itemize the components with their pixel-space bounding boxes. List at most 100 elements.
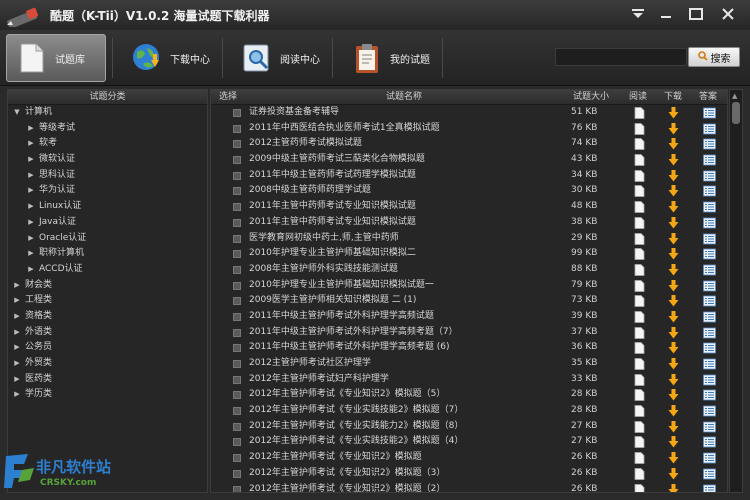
expand-right-icon[interactable]: ▶	[12, 325, 22, 341]
question-name[interactable]: 2012年主管护师考试《专业知识2》模拟题（3）	[249, 466, 559, 482]
tab-reading-center[interactable]: 阅读中心	[232, 34, 332, 82]
expand-right-icon[interactable]: ▶	[12, 372, 22, 388]
table-row[interactable]: 2011年主管中药师考试专业知识模拟试题 48 KB	[211, 199, 727, 215]
expand-right-icon[interactable]: ▶	[12, 340, 22, 356]
table-row[interactable]: 2012年主管护师考试《专业知识2》模拟题（5） 28 KB	[211, 387, 727, 403]
question-name[interactable]: 2011年主管中药师考试专业知识模拟试题	[249, 215, 559, 231]
expand-right-icon[interactable]: ▶	[12, 356, 22, 372]
minimize-icon[interactable]	[654, 4, 678, 24]
row-checkbox[interactable]	[233, 218, 241, 227]
row-checkbox[interactable]	[233, 344, 241, 353]
row-checkbox[interactable]	[233, 328, 241, 337]
tree-item[interactable]: ▶ 思科认证	[8, 168, 207, 184]
search-button[interactable]: 搜索	[688, 47, 740, 67]
expand-right-icon[interactable]: ▶	[26, 246, 36, 262]
expand-right-icon[interactable]: ▶	[12, 293, 22, 309]
expand-right-icon[interactable]: ▶	[26, 262, 36, 278]
tab-my-questions[interactable]: 我的试题	[342, 34, 442, 82]
expand-down-icon[interactable]: ▼	[12, 105, 22, 121]
table-row[interactable]: 2012年主管护师考试《专业知识2》模拟题（3） 26 KB	[211, 466, 727, 482]
question-name[interactable]: 2010年护理专业主管护师基础知识模拟试题一	[249, 278, 559, 294]
search-input[interactable]	[555, 48, 687, 66]
table-row[interactable]: 2012年主管护师考试妇产科护理学 33 KB	[211, 372, 727, 388]
row-checkbox[interactable]	[233, 485, 241, 492]
table-row[interactable]: 2008年主管护师外科实践技能测试题 88 KB	[211, 262, 727, 278]
tree-item[interactable]: ▶ 等级考试	[8, 121, 207, 137]
row-checkbox[interactable]	[233, 140, 241, 149]
question-name[interactable]: 2012年主管护师考试《专业知识2》模拟题（5）	[249, 387, 559, 403]
question-name[interactable]: 2012年主管护师考试《专业知识2》模拟题（2）	[249, 482, 559, 493]
row-checkbox[interactable]	[233, 312, 241, 321]
row-checkbox[interactable]	[233, 281, 241, 290]
col-read[interactable]: 阅读	[629, 90, 647, 105]
tree-item[interactable]: ▶ 微软认证	[8, 152, 207, 168]
table-row[interactable]: 2009中级主管药师考试三萜类化合物模拟题 43 KB	[211, 152, 727, 168]
tree-item[interactable]: ▶ Java认证	[8, 215, 207, 231]
question-name[interactable]: 2012年主管护师考试《专业实践技能2》模拟题（7）	[249, 403, 559, 419]
row-checkbox[interactable]	[233, 422, 241, 431]
question-name[interactable]: 2011年主管中药师考试专业知识模拟试题	[249, 199, 559, 215]
expand-right-icon[interactable]: ▶	[12, 387, 22, 403]
tree-item[interactable]: ▶ 软考	[8, 136, 207, 152]
question-name[interactable]: 2011年中级主管护师考试外科护理学高频试题	[249, 309, 559, 325]
row-checkbox[interactable]	[233, 407, 241, 416]
col-select[interactable]: 选择	[219, 90, 237, 105]
table-row[interactable]: 医学教育网初级中药士,师,主管中药师 29 KB	[211, 231, 727, 247]
question-name[interactable]: 2008年主管护师外科实践技能测试题	[249, 262, 559, 278]
vertical-scrollbar[interactable]: ▲	[729, 89, 743, 493]
expand-right-icon[interactable]: ▶	[26, 121, 36, 137]
row-checkbox[interactable]	[233, 250, 241, 259]
expand-right-icon[interactable]: ▶	[26, 215, 36, 231]
tree-item[interactable]: ▶ ACCD认证	[8, 262, 207, 278]
table-row[interactable]: 2012年主管护师考试《专业实践技能2》模拟题（4） 27 KB	[211, 434, 727, 450]
question-name[interactable]: 2011年中级主管护师考试外科护理学高频考题 (6)	[249, 340, 559, 356]
question-name[interactable]: 证券投资基金备考辅导	[249, 105, 559, 121]
scroll-up-icon[interactable]: ▲	[732, 92, 737, 100]
table-row[interactable]: 2011年中级主管护师考试外科护理学高频试题 39 KB	[211, 309, 727, 325]
row-checkbox[interactable]	[233, 124, 241, 133]
question-name[interactable]: 2011年中西医结合执业医师考试1全真模拟试题	[249, 121, 559, 137]
dropdown-icon[interactable]	[626, 4, 650, 24]
expand-right-icon[interactable]: ▶	[26, 152, 36, 168]
expand-right-icon[interactable]: ▶	[26, 183, 36, 199]
tree-item[interactable]: ▶ 医药类	[8, 372, 207, 388]
row-checkbox[interactable]	[233, 109, 241, 117]
table-row[interactable]: 2011年主管中药师考试专业知识模拟试题 38 KB	[211, 215, 727, 231]
answer-list-icon[interactable]	[703, 484, 716, 492]
tree-item[interactable]: ▶ Oracle认证	[8, 231, 207, 247]
question-name[interactable]: 2012主管药师考试模拟试题	[249, 136, 559, 152]
question-name[interactable]: 2011年中级主管护师考试外科护理学高频考题（7）	[249, 325, 559, 341]
table-row[interactable]: 2012年主管护师考试《专业实践能力2》模拟题（8） 27 KB	[211, 419, 727, 435]
tree-item[interactable]: ▶ 外贸类	[8, 356, 207, 372]
question-name[interactable]: 2008中级主管药师药理学试题	[249, 183, 559, 199]
table-row[interactable]: 2010年护理专业主管护师基础知识模拟二 99 KB	[211, 246, 727, 262]
row-checkbox[interactable]	[233, 187, 241, 196]
read-doc-icon[interactable]	[634, 483, 645, 492]
question-name[interactable]: 2012年主管护师考试《专业知识2》模拟题	[249, 450, 559, 466]
col-download[interactable]: 下载	[664, 90, 682, 105]
tree-item[interactable]: ▶ 外语类	[8, 325, 207, 341]
table-row[interactable]: 2011年中级主管护师考试外科护理学高频考题（7） 37 KB	[211, 325, 727, 341]
question-name[interactable]: 医学教育网初级中药士,师,主管中药师	[249, 231, 559, 247]
expand-right-icon[interactable]: ▶	[26, 136, 36, 152]
download-arrow-icon[interactable]	[668, 483, 679, 492]
table-row[interactable]: 2012主管护师考试社区护理学 35 KB	[211, 356, 727, 372]
scroll-thumb[interactable]	[732, 102, 740, 124]
tree-item[interactable]: ▶ Linux认证	[8, 199, 207, 215]
row-checkbox[interactable]	[233, 171, 241, 180]
table-row[interactable]: 2009医学主管护师相关知识模拟题 二 (1) 73 KB	[211, 293, 727, 309]
expand-right-icon[interactable]: ▶	[12, 278, 22, 294]
row-checkbox[interactable]	[233, 297, 241, 306]
question-name[interactable]: 2012年主管护师考试妇产科护理学	[249, 372, 559, 388]
tree-item[interactable]: ▶ 学历类	[8, 387, 207, 403]
table-row[interactable]: 2012主管药师考试模拟试题 74 KB	[211, 136, 727, 152]
row-checkbox[interactable]	[233, 203, 241, 212]
question-name[interactable]: 2009医学主管护师相关知识模拟题 二 (1)	[249, 293, 559, 309]
table-row[interactable]: 2008中级主管药师药理学试题 30 KB	[211, 183, 727, 199]
col-name[interactable]: 试题名称	[386, 90, 422, 105]
table-row[interactable]: 2011年中西医结合执业医师考试1全真模拟试题 76 KB	[211, 121, 727, 137]
table-row[interactable]: 2012年主管护师考试《专业实践技能2》模拟题（7） 28 KB	[211, 403, 727, 419]
question-name[interactable]: 2012主管护师考试社区护理学	[249, 356, 559, 372]
col-answer[interactable]: 答案	[699, 90, 717, 105]
tree-item[interactable]: ▶ 职称计算机	[8, 246, 207, 262]
